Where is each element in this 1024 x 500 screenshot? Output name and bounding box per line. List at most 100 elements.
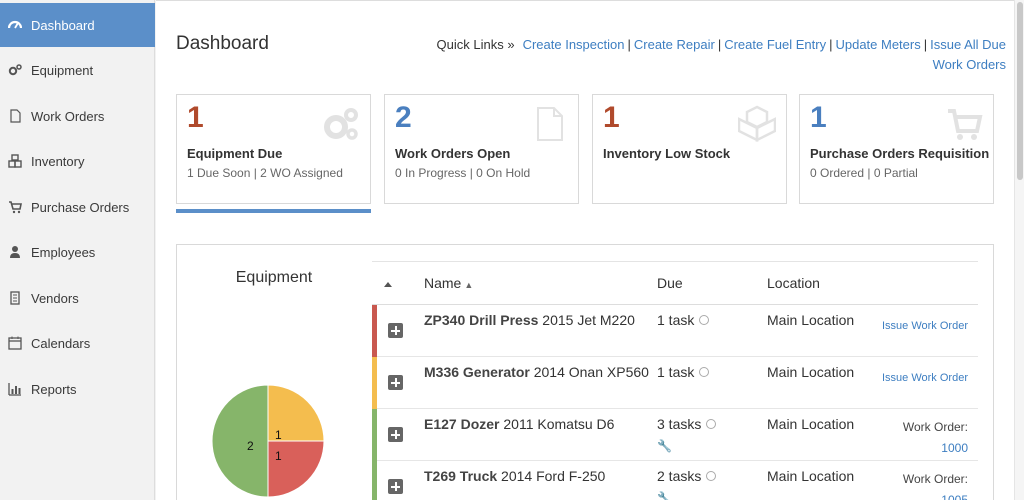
quick-links: Quick Links » Create Inspection | Create Re… [436,37,1006,72]
column-header-location[interactable]: Location [767,275,820,291]
clock-icon [699,367,710,377]
cubes-icon [8,154,22,168]
sort-caret-icon[interactable] [384,282,392,287]
card-inventory-low-stock[interactable]: 1 Inventory Low Stock [592,94,787,204]
sidebar-item-employees[interactable]: Employees [0,230,155,274]
sidebar-item-vendors[interactable]: Vendors [0,276,155,320]
sidebar-item-label: Purchase Orders [31,199,130,215]
quick-links-label: Quick Links » [436,37,515,52]
row-status-stripe [372,357,377,409]
cubes-icon [737,105,777,143]
dashboard-icon [8,18,22,32]
issue-all-due-work-orders-link[interactable]: Issue All Due Work Orders [930,37,1006,72]
card-title: Work Orders Open [395,146,511,161]
expand-row-button[interactable] [388,427,403,442]
card-number: 1 [810,101,827,134]
sidebar-item-work-orders[interactable]: Work Orders [0,94,155,138]
table-header: Name ▲ Due Location [372,261,978,305]
card-title: Equipment Due [187,146,283,161]
gears-icon [8,63,22,77]
row-status-stripe [372,409,377,461]
sidebar-item-purchase-orders[interactable]: Purchase Orders [0,185,155,229]
document-icon [530,105,568,143]
sidebar-item-equipment[interactable]: Equipment [0,48,155,92]
card-number: 1 [187,101,204,134]
table-row: E127 Dozer 2011 Komatsu D6 3 tasks 🔧 Main… [372,409,978,461]
location: Main Location [767,416,855,432]
expand-row-button[interactable] [388,323,403,338]
gears-icon [322,105,360,143]
row-status-stripe [372,461,377,500]
table-row: ZP340 Drill Press 2015 Jet M220 1 task M… [372,305,978,357]
card-number: 1 [603,101,620,134]
equipment-status-pie: 1 1 2 [212,385,324,497]
sidebar-item-dashboard[interactable]: Dashboard [0,3,155,47]
equipment-name[interactable]: T269 Truck 2014 Ford F-250 [424,466,649,487]
create-fuel-entry-link[interactable]: Create Fuel Entry [724,37,826,52]
location: Main Location [767,468,855,484]
equipment-chart-title: Equipment [235,269,313,286]
sidebar-item-label: Vendors [31,290,79,306]
wrench-icon: 🔧 [657,491,672,500]
card-purchase-orders-requisition[interactable]: 1 Purchase Orders Requisition 0 Ordered … [799,94,994,204]
work-order-link[interactable]: 1000 [941,441,968,455]
page-title: Dashboard [176,33,269,54]
sidebar-item-label: Equipment [31,62,94,78]
row-status-stripe [372,305,377,357]
sidebar-item-inventory[interactable]: Inventory [0,139,155,183]
pie-label-overdue: 1 [275,449,282,463]
update-meters-link[interactable]: Update Meters [835,37,920,52]
due-tasks: 3 tasks 🔧 [657,414,747,457]
expand-row-button[interactable] [388,375,403,390]
clock-icon [706,471,717,481]
card-title: Inventory Low Stock [603,146,731,161]
table-row: T269 Truck 2014 Ford F-250 2 tasks 🔧 Main… [372,461,978,500]
card-subtitle: 1 Due Soon | 2 WO Assigned [187,166,343,180]
card-number: 2 [395,101,412,134]
card-subtitle: 0 Ordered | 0 Partial [810,166,918,180]
work-order-link[interactable]: 1005 [941,493,968,500]
issue-work-order-link[interactable]: Issue Work Order [882,372,968,384]
sidebar-item-reports[interactable]: Reports [0,367,155,411]
create-repair-link[interactable]: Create Repair [634,37,715,52]
due-tasks: 2 tasks 🔧 [657,466,747,500]
pie-slice-ok[interactable] [212,385,269,497]
sort-asc-icon: ▲ [464,280,474,290]
scrollbar[interactable] [1014,0,1024,500]
sidebar-item-label: Dashboard [31,17,95,33]
column-header-due[interactable]: Due [657,275,683,291]
user-icon [8,245,22,259]
active-card-indicator [176,209,371,213]
table-row: M336 Generator 2014 Onan XP560 1 task Ma… [372,357,978,409]
work-order-ref: Work Order: 1000 [902,420,968,455]
equipment-name[interactable]: M336 Generator 2014 Onan XP560 [424,362,649,383]
clock-icon [699,315,710,325]
sidebar-item-calendars[interactable]: Calendars [0,321,155,365]
location: Main Location [767,364,855,380]
equipment-panel: Equipment 1 1 2 Name ▲ Due Location ZP340… [176,244,994,500]
card-equipment-due[interactable]: 1 Equipment Due 1 Due Soon | 2 WO Assign… [176,94,371,204]
equipment-name[interactable]: ZP340 Drill Press 2015 Jet M220 [424,310,649,331]
location: Main Location [767,312,855,328]
create-inspection-link[interactable]: Create Inspection [523,37,625,52]
card-work-orders-open[interactable]: 2 Work Orders Open 0 In Progress | 0 On … [384,94,579,204]
sidebar-item-label: Reports [31,381,77,397]
work-order-ref: Work Order: 1005 [903,469,968,500]
document-icon [8,109,22,123]
calendar-icon [8,336,22,350]
pie-label-due-soon: 1 [275,428,282,442]
sidebar: Dashboard Equipment Work Orders Inventor… [0,0,155,500]
equipment-name[interactable]: E127 Dozer 2011 Komatsu D6 [424,414,649,435]
sidebar-item-label: Employees [31,244,96,260]
bar-chart-icon [8,382,22,396]
building-icon [8,291,22,305]
cart-icon [945,105,983,143]
cart-icon [8,200,22,214]
card-subtitle: 0 In Progress | 0 On Hold [395,166,531,180]
issue-work-order-link[interactable]: Issue Work Order [882,320,968,332]
sidebar-item-label: Work Orders [31,108,105,124]
column-header-name[interactable]: Name ▲ [424,275,473,291]
expand-row-button[interactable] [388,479,403,494]
due-tasks: 1 task [657,362,747,383]
scrollbar-thumb[interactable] [1017,2,1023,180]
